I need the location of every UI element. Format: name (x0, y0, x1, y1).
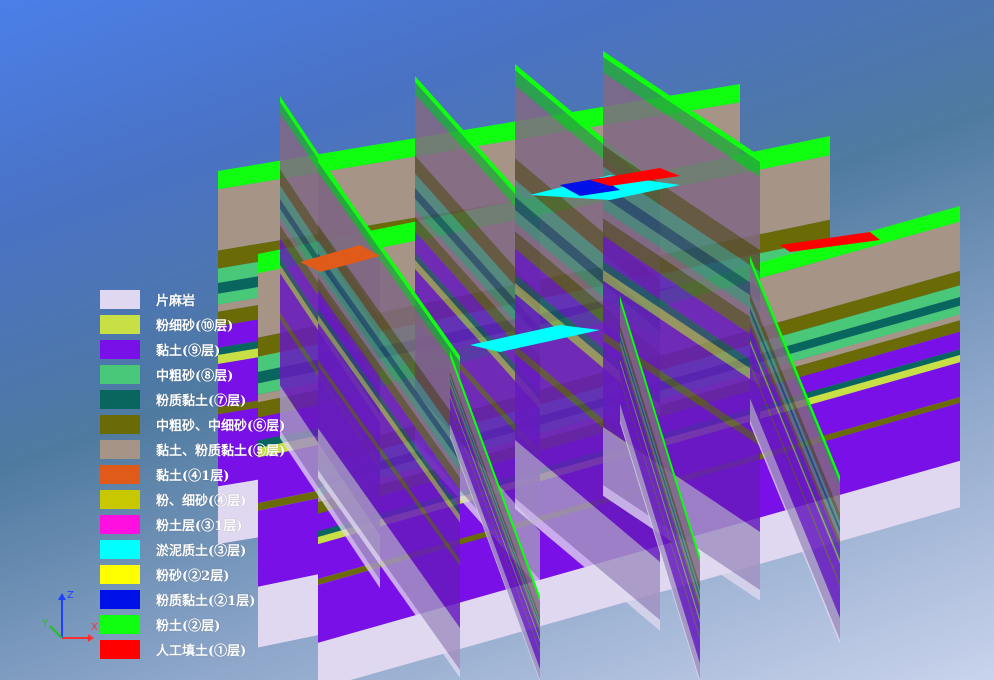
z-axis-arrow (58, 593, 66, 600)
legend-item: 人工填土(①层) (100, 637, 300, 662)
legend-swatch (100, 365, 140, 384)
axis-triad-icon: X Y Z (41, 590, 98, 642)
legend-swatch (100, 390, 140, 409)
legend-swatch (100, 565, 140, 584)
legend-label: 粉砂(②2层) (156, 569, 230, 584)
legend-swatch (100, 290, 140, 309)
y-axis-line (49, 625, 63, 639)
legend-item: 黏土(⑨层) (100, 337, 300, 362)
3d-viewport[interactable]: 片麻岩粉细砂(⑩层) 黏土(⑨层) 中粗砂(⑧层) 粉质黏土(⑦层) 中粗砂、中细砂(⑥… (0, 0, 994, 680)
legend-label: 人工填土(①层) (156, 644, 247, 659)
legend-swatch (100, 415, 140, 434)
legend-label: 粉质黏土(②1层) (156, 594, 256, 609)
legend-swatch (100, 440, 140, 459)
legend-item: 淤泥质土(③层) (100, 537, 300, 562)
legend-label: 片麻岩 (156, 294, 196, 309)
legend-item: 中粗砂、中细砂(⑥层) (100, 412, 300, 437)
legend-label: 粉土层(③1层) (156, 519, 243, 534)
legend-swatch (100, 465, 140, 484)
legend-swatch (100, 515, 140, 534)
legend-label: 粉土(②层) (156, 619, 221, 634)
legend-item: 黏土、粉质黏土(⑤层) (100, 437, 300, 462)
legend-item: 粉质黏土(②1层) (100, 587, 300, 612)
y-axis-label: Y (41, 618, 49, 629)
legend-item: 中粗砂(⑧层) (100, 362, 300, 387)
x-axis-arrow (88, 634, 94, 642)
legend-label: 黏土(④1层) (156, 469, 230, 484)
x-axis-label: X (91, 622, 98, 633)
legend-item: 粉土层(③1层) (100, 512, 300, 537)
legend-swatch (100, 340, 140, 359)
stratum-legend: 片麻岩粉细砂(⑩层) 黏土(⑨层) 中粗砂(⑧层) 粉质黏土(⑦层) 中粗砂、中细砂(⑥… (100, 287, 300, 662)
legend-item: 粉质黏土(⑦层) (100, 387, 300, 412)
legend-item: 粉、细砂(④层) (100, 487, 300, 512)
legend-item: 片麻岩 (100, 287, 300, 312)
legend-label: 粉细砂(⑩层) (156, 319, 234, 334)
legend-item: 粉土(②层) (100, 612, 300, 637)
legend-label: 淤泥质土(③层) (156, 544, 247, 559)
z-axis-label: Z (67, 590, 74, 601)
legend-label: 中粗砂(⑧层) (156, 369, 234, 384)
legend-swatch (100, 540, 140, 559)
legend-label: 黏土(⑨层) (156, 344, 221, 359)
legend-label: 粉、细砂(④层) (156, 494, 247, 509)
legend-swatch (100, 490, 140, 509)
legend-item: 粉砂(②2层) (100, 562, 300, 587)
legend-item: 黏土(④1层) (100, 462, 300, 487)
legend-label: 黏土、粉质黏土(⑤层) (156, 444, 286, 459)
legend-label: 中粗砂、中细砂(⑥层) (156, 419, 286, 434)
legend-swatch (100, 315, 140, 334)
legend-label: 粉质黏土(⑦层) (156, 394, 247, 409)
legend-item: 粉细砂(⑩层) (100, 312, 300, 337)
